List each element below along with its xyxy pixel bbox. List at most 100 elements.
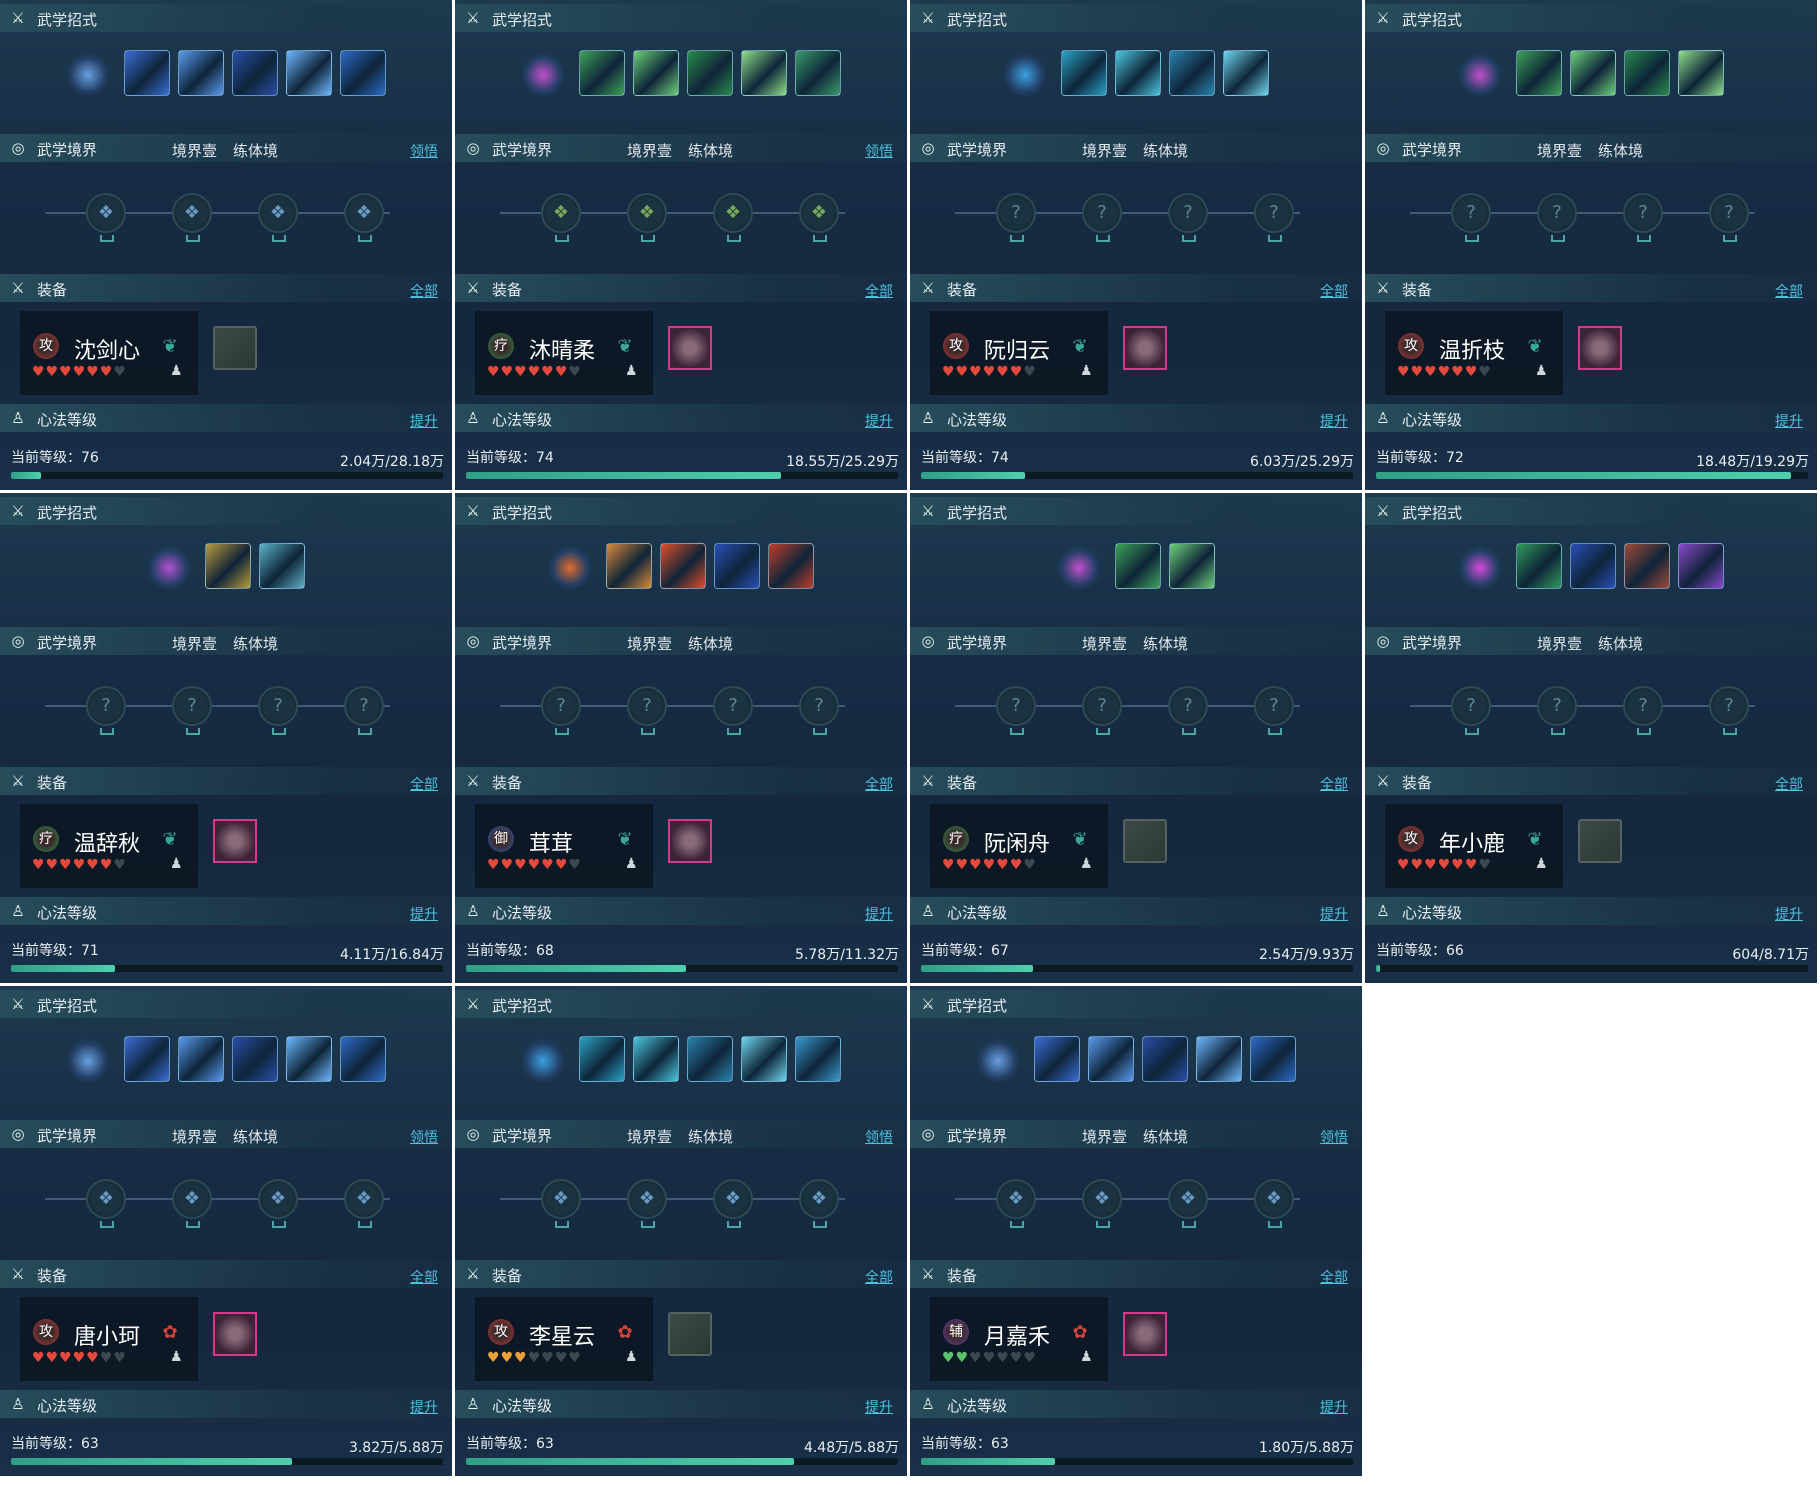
realm-node-icon[interactable]: ❖ xyxy=(258,193,298,242)
skill-icon[interactable] xyxy=(795,1036,841,1082)
main-skill-icon[interactable] xyxy=(1458,546,1502,590)
realm-node-icon[interactable]: ? xyxy=(1254,193,1294,242)
character-card[interactable]: 攻温折枝 ❦ ♥♥♥♥♥♥♥ ♟ xyxy=(1385,311,1563,395)
main-skill-icon[interactable] xyxy=(521,53,565,97)
heart-method-upgrade-link[interactable]: 提升 xyxy=(410,904,438,924)
realm-node-icon[interactable]: ❖ xyxy=(1254,1179,1294,1228)
equipment-item-slot[interactable] xyxy=(1578,326,1622,370)
realm-node-icon[interactable]: ? xyxy=(1451,686,1491,735)
skill-icon[interactable] xyxy=(340,50,386,96)
skill-icon[interactable] xyxy=(178,1036,224,1082)
realm-node-icon[interactable]: ? xyxy=(344,686,384,735)
realm-comprehend-link[interactable]: 领悟 xyxy=(865,141,893,161)
realm-node-icon[interactable]: ? xyxy=(1537,686,1577,735)
skill-icon[interactable] xyxy=(232,50,278,96)
realm-node-icon[interactable]: ? xyxy=(172,686,212,735)
equipment-empty-slot[interactable] xyxy=(1578,819,1622,863)
realm-node-icon[interactable]: ? xyxy=(541,686,581,735)
character-card[interactable]: 攻唐小珂 ✿ ♥♥♥♥♥♥♥ ♟ xyxy=(20,1297,198,1381)
character-card[interactable]: 攻年小鹿 ❦ ♥♥♥♥♥♥♥ ♟ xyxy=(1385,804,1563,888)
skill-icon[interactable] xyxy=(124,1036,170,1082)
realm-node-icon[interactable]: ? xyxy=(627,686,667,735)
skill-icon[interactable] xyxy=(660,543,706,589)
realm-node-icon[interactable]: ❖ xyxy=(1082,1179,1122,1228)
realm-node-icon[interactable]: ? xyxy=(1082,686,1122,735)
realm-node-icon[interactable]: ❖ xyxy=(86,193,126,242)
main-skill-icon[interactable] xyxy=(147,546,191,590)
character-card[interactable]: 攻阮归云 ❦ ♥♥♥♥♥♥♥ ♟ xyxy=(930,311,1108,395)
heart-method-upgrade-link[interactable]: 提升 xyxy=(410,1397,438,1417)
character-card[interactable]: 攻李星云 ✿ ♥♥♥♥♥♥♥ ♟ xyxy=(475,1297,653,1381)
realm-node-icon[interactable]: ? xyxy=(1623,686,1663,735)
skill-icon[interactable] xyxy=(687,1036,733,1082)
equipment-empty-slot[interactable] xyxy=(213,326,257,370)
skill-icon[interactable] xyxy=(259,543,305,589)
realm-comprehend-link[interactable]: 领悟 xyxy=(410,1127,438,1147)
skill-icon[interactable] xyxy=(286,50,332,96)
realm-node-icon[interactable]: ? xyxy=(258,686,298,735)
realm-comprehend-link[interactable]: 领悟 xyxy=(1320,1127,1348,1147)
equipment-all-link[interactable]: 全部 xyxy=(410,1267,438,1287)
skill-icon[interactable] xyxy=(714,543,760,589)
realm-comprehend-link[interactable]: 领悟 xyxy=(410,141,438,161)
realm-node-icon[interactable]: ❖ xyxy=(541,1179,581,1228)
equipment-all-link[interactable]: 全部 xyxy=(1775,774,1803,794)
heart-method-upgrade-link[interactable]: 提升 xyxy=(865,1397,893,1417)
realm-node-icon[interactable]: ? xyxy=(1168,686,1208,735)
skill-icon[interactable] xyxy=(232,1036,278,1082)
character-card[interactable]: 疗阮闲舟 ❦ ♥♥♥♥♥♥♥ ♟ xyxy=(930,804,1108,888)
equipment-all-link[interactable]: 全部 xyxy=(1320,774,1348,794)
realm-node-icon[interactable]: ? xyxy=(86,686,126,735)
skill-icon[interactable] xyxy=(1570,50,1616,96)
skill-icon[interactable] xyxy=(795,50,841,96)
realm-node-icon[interactable]: ❖ xyxy=(258,1179,298,1228)
realm-node-icon[interactable]: ? xyxy=(1623,193,1663,242)
realm-node-icon[interactable]: ❖ xyxy=(172,193,212,242)
main-skill-icon[interactable] xyxy=(66,53,110,97)
skill-icon[interactable] xyxy=(606,543,652,589)
realm-node-icon[interactable]: ? xyxy=(1537,193,1577,242)
equipment-all-link[interactable]: 全部 xyxy=(1320,1267,1348,1287)
heart-method-upgrade-link[interactable]: 提升 xyxy=(410,411,438,431)
realm-node-icon[interactable]: ❖ xyxy=(344,1179,384,1228)
heart-method-upgrade-link[interactable]: 提升 xyxy=(865,411,893,431)
skill-icon[interactable] xyxy=(1034,1036,1080,1082)
character-card[interactable]: 辅月嘉禾 ✿ ♥♥♥♥♥♥♥ ♟ xyxy=(930,1297,1108,1381)
equipment-item-slot[interactable] xyxy=(668,326,712,370)
heart-method-upgrade-link[interactable]: 提升 xyxy=(1320,411,1348,431)
equipment-all-link[interactable]: 全部 xyxy=(410,774,438,794)
realm-node-icon[interactable]: ❖ xyxy=(713,193,753,242)
character-card[interactable]: 攻沈剑心 ❦ ♥♥♥♥♥♥♥ ♟ xyxy=(20,311,198,395)
skill-icon[interactable] xyxy=(579,1036,625,1082)
skill-icon[interactable] xyxy=(768,543,814,589)
heart-method-upgrade-link[interactable]: 提升 xyxy=(1775,411,1803,431)
main-skill-icon[interactable] xyxy=(521,1039,565,1083)
equipment-item-slot[interactable] xyxy=(213,1312,257,1356)
skill-icon[interactable] xyxy=(1115,543,1161,589)
realm-node-icon[interactable]: ? xyxy=(1168,193,1208,242)
character-card[interactable]: 御茸茸 ❦ ♥♥♥♥♥♥♥ ♟ xyxy=(475,804,653,888)
skill-icon[interactable] xyxy=(1142,1036,1188,1082)
skill-icon[interactable] xyxy=(1678,543,1724,589)
realm-node-icon[interactable]: ❖ xyxy=(627,193,667,242)
realm-node-icon[interactable]: ? xyxy=(996,193,1036,242)
equipment-item-slot[interactable] xyxy=(213,819,257,863)
character-card[interactable]: 疗沐晴柔 ❦ ♥♥♥♥♥♥♥ ♟ xyxy=(475,311,653,395)
skill-icon[interactable] xyxy=(1115,50,1161,96)
equipment-all-link[interactable]: 全部 xyxy=(865,774,893,794)
skill-icon[interactable] xyxy=(1516,50,1562,96)
realm-node-icon[interactable]: ❖ xyxy=(627,1179,667,1228)
realm-node-icon[interactable]: ❖ xyxy=(541,193,581,242)
skill-icon[interactable] xyxy=(633,1036,679,1082)
skill-icon[interactable] xyxy=(1624,50,1670,96)
character-card[interactable]: 疗温辞秋 ❦ ♥♥♥♥♥♥♥ ♟ xyxy=(20,804,198,888)
equipment-all-link[interactable]: 全部 xyxy=(410,281,438,301)
heart-method-upgrade-link[interactable]: 提升 xyxy=(865,904,893,924)
realm-node-icon[interactable]: ? xyxy=(799,686,839,735)
skill-icon[interactable] xyxy=(1061,50,1107,96)
realm-node-icon[interactable]: ❖ xyxy=(172,1179,212,1228)
skill-icon[interactable] xyxy=(1196,1036,1242,1082)
skill-icon[interactable] xyxy=(741,50,787,96)
heart-method-upgrade-link[interactable]: 提升 xyxy=(1320,1397,1348,1417)
realm-node-icon[interactable]: ❖ xyxy=(996,1179,1036,1228)
